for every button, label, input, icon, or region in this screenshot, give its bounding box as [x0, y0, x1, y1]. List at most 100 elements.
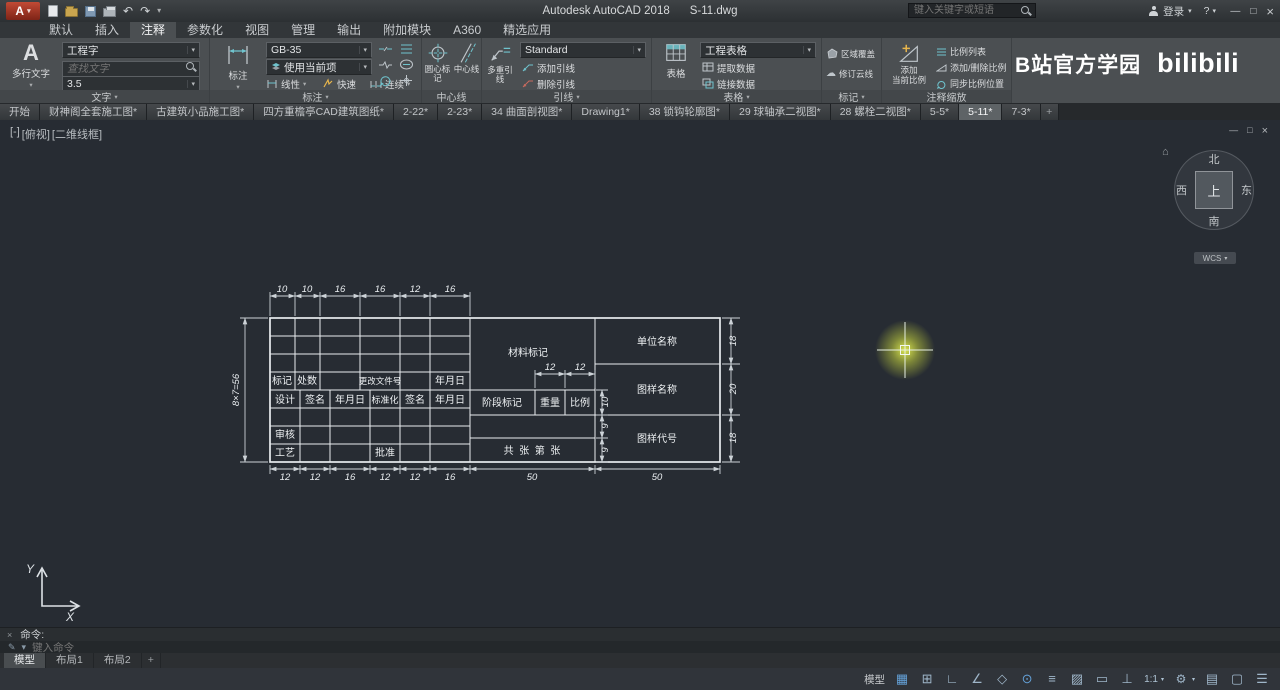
help-button[interactable]: ? ▾ — [1204, 5, 1216, 17]
workspace-switching-button[interactable]: ⚙ ▾ — [1173, 669, 1195, 689]
file-tab[interactable]: 古建筑小品施工图* — [147, 104, 255, 120]
qat-customize-icon[interactable]: ▾ — [157, 4, 161, 18]
new-layout-button[interactable]: + — [142, 653, 161, 668]
file-tab[interactable]: 四方重檐亭CAD建筑图纸* — [254, 104, 394, 120]
close-button[interactable]: × — [1266, 4, 1274, 19]
extract-data-button[interactable]: 提取数据 — [702, 60, 755, 75]
selection-cycling-icon[interactable]: ▭ — [1094, 669, 1110, 689]
drawing-viewport[interactable]: [-] [俯视] [二维线框] — □ × ⌂ 北 南 西 东 上 WCS ▾ — [0, 120, 1280, 627]
tab-output[interactable]: 输出 — [326, 22, 372, 38]
quick-properties-icon[interactable]: ▤ — [1204, 669, 1220, 689]
customization-icon[interactable]: ☰ — [1254, 669, 1270, 689]
tab-annotate[interactable]: 注释 — [130, 22, 177, 38]
panel-label-text[interactable]: 文字 ▾ — [0, 90, 209, 104]
tab-view[interactable]: 视图 — [234, 22, 280, 38]
panel-label-dimension[interactable]: 标注 ▾ — [210, 90, 421, 104]
add-leader-button[interactable]: 添加引线 — [522, 60, 575, 75]
plot-icon[interactable] — [103, 6, 116, 17]
quick-dim-button[interactable]: 快速 — [322, 76, 356, 91]
dim-reassociate-icon[interactable] — [399, 74, 417, 87]
panel-label-markup[interactable]: 标记 ▾ — [822, 90, 881, 104]
dimension-button[interactable]: 标注 ▾ — [216, 41, 260, 91]
panel-label-annotation-scaling[interactable]: 注释缩放 — [882, 90, 1011, 104]
panel-label-table[interactable]: 表格 ▾ — [652, 90, 821, 104]
dim-update-icon[interactable] — [378, 74, 396, 87]
new-drawing-tab-button[interactable]: + — [1040, 104, 1059, 120]
new-file-icon[interactable] — [48, 5, 58, 17]
dim-style-combo[interactable]: GB-35 ▾ — [266, 42, 372, 58]
open-file-icon[interactable] — [65, 6, 78, 17]
sign-in-button[interactable]: 登录 ▾ — [1148, 4, 1192, 19]
add-delete-scales-button[interactable]: 添加/删除比例 — [936, 60, 1007, 75]
search-input[interactable] — [908, 3, 1036, 18]
file-tab[interactable]: 28 螺栓二视图* — [830, 104, 921, 120]
annotation-scale-button[interactable]: 1:1 ▾ — [1144, 674, 1164, 685]
linear-dim-button[interactable]: 线性 ▾ — [266, 76, 306, 91]
dim-jog-icon[interactable] — [378, 58, 396, 71]
add-current-scale-button[interactable]: 添加 当前比例 — [886, 41, 932, 85]
find-text-input[interactable] — [62, 61, 200, 77]
file-tab[interactable]: Drawing1* — [572, 104, 640, 120]
tab-insert[interactable]: 插入 — [84, 22, 130, 38]
save-icon[interactable] — [85, 5, 96, 17]
table-style-combo[interactable]: 工程表格 ▾ — [700, 42, 816, 58]
file-tab[interactable]: 财神阁全套施工图* — [40, 104, 148, 120]
dynamic-ucs-icon[interactable]: ⊥ — [1119, 669, 1135, 689]
snap-mode-icon[interactable]: ⊞ — [919, 669, 935, 689]
minimize-button[interactable]: — — [1230, 6, 1240, 17]
grid-icon[interactable]: ▦ — [894, 669, 910, 689]
ortho-icon[interactable]: ∟ — [944, 669, 960, 689]
undo-icon[interactable]: ↶ — [123, 4, 133, 18]
multileader-button[interactable]: 多重引线 — [484, 41, 516, 84]
dim-layer-combo[interactable]: 使用当前项 ▾ — [266, 59, 372, 75]
wipeout-button[interactable]: 区域覆盖 — [826, 46, 875, 61]
panel-label-centerline[interactable]: 中心线 — [422, 90, 481, 104]
file-tab-start[interactable]: 开始 — [0, 104, 40, 120]
tab-default[interactable]: 默认 — [38, 22, 84, 38]
redo-icon[interactable]: ↷ — [140, 4, 150, 18]
isodraft-icon[interactable]: ◇ — [994, 669, 1010, 689]
file-tab[interactable]: 2-23* — [438, 104, 483, 120]
tab-addins[interactable]: 附加模块 — [372, 22, 442, 38]
command-close-icon[interactable]: × — [7, 630, 12, 640]
scale-list-button[interactable]: 比例列表 — [936, 44, 986, 59]
chevron-down-icon[interactable]: ▾ — [22, 642, 27, 653]
tab-a360[interactable]: A360 — [442, 22, 492, 38]
centerline-button[interactable]: 中心线 — [453, 42, 480, 74]
file-tab[interactable]: 29 球轴承二视图* — [730, 104, 831, 120]
tab-manage[interactable]: 管理 — [280, 22, 326, 38]
file-tab[interactable]: 2-22* — [393, 104, 439, 120]
layout2-tab[interactable]: 布局2 — [94, 653, 142, 668]
tab-featured-apps[interactable]: 精选应用 — [492, 22, 562, 38]
lineweight-icon[interactable]: ≡ — [1044, 669, 1060, 689]
search-icon[interactable] — [1020, 5, 1032, 17]
model-tab[interactable]: 模型 — [4, 653, 46, 668]
clean-screen-icon[interactable]: ▢ — [1229, 669, 1245, 689]
maximize-button[interactable]: □ — [1250, 6, 1256, 17]
revcloud-button[interactable]: ☁ 修订云线 — [826, 66, 873, 81]
panel-label-leader[interactable]: 引线 ▾ — [482, 90, 651, 104]
application-menu-button[interactable]: A ▾ — [6, 2, 40, 20]
file-tab[interactable]: 38 锁钩轮廓图* — [639, 104, 730, 120]
dim-inspect-icon[interactable] — [399, 58, 417, 71]
transparency-icon[interactable]: ▨ — [1069, 669, 1085, 689]
layout1-tab[interactable]: 布局1 — [46, 653, 94, 668]
file-tab[interactable]: 7-3* — [1002, 104, 1041, 120]
dim-break-icon[interactable] — [378, 42, 396, 55]
file-tab[interactable]: 5-5* — [920, 104, 960, 120]
text-style-combo[interactable]: 工程字 ▾ — [62, 42, 200, 58]
object-snap-icon[interactable]: ⊙ — [1019, 669, 1035, 689]
file-tab[interactable]: 34 曲面剖视图* — [482, 104, 573, 120]
tab-parametric[interactable]: 参数化 — [176, 22, 234, 38]
drawing-canvas[interactable]: 10 10 16 16 12 16 12 12 16 12 12 16 50 5… — [0, 120, 1280, 627]
mtext-button[interactable]: A 多行文字 ▾ — [8, 41, 54, 90]
command-customize-icon[interactable]: ✎ — [8, 642, 16, 653]
model-space-button[interactable]: 模型 — [864, 672, 885, 687]
table-button[interactable]: 表格 — [656, 41, 696, 80]
mleader-style-combo[interactable]: Standard ▾ — [520, 42, 646, 58]
command-input[interactable] — [32, 641, 433, 654]
center-mark-button[interactable]: 圆心标记 — [424, 42, 451, 83]
dim-space-icon[interactable] — [399, 42, 417, 55]
polar-tracking-icon[interactable]: ∠ — [969, 669, 985, 689]
file-tab-active[interactable]: 5-11* — [959, 104, 1003, 120]
